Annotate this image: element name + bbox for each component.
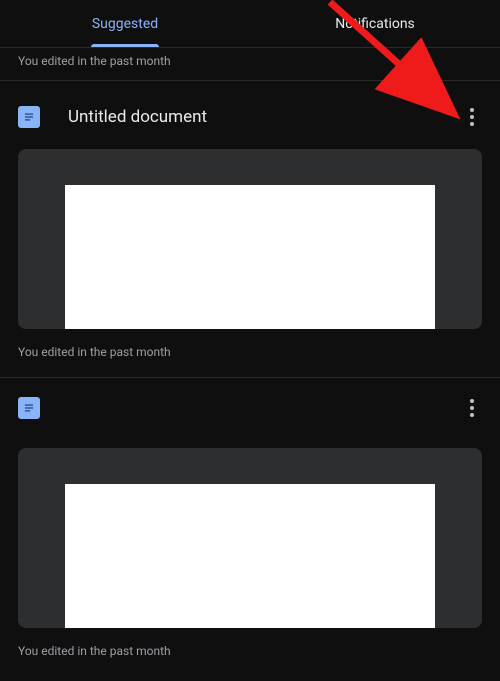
- document-meta: You edited in the past month: [0, 329, 500, 377]
- document-preview[interactable]: [18, 149, 482, 329]
- document-meta: You edited in the past month: [0, 628, 500, 676]
- document-header: Untitled document: [0, 95, 500, 139]
- document-preview[interactable]: [18, 448, 482, 628]
- document-card[interactable]: You edited in the past month: [0, 378, 500, 676]
- tab-suggested[interactable]: Suggested: [0, 0, 250, 47]
- tabs-bar: Suggested Notifications: [0, 0, 500, 48]
- more-options-button[interactable]: [454, 390, 490, 426]
- document-title: Untitled document: [68, 107, 454, 127]
- top-subtitle: You edited in the past month: [0, 48, 500, 80]
- tab-suggested-label: Suggested: [92, 16, 158, 32]
- more-options-button[interactable]: [454, 99, 490, 135]
- tab-notifications[interactable]: Notifications: [250, 0, 500, 47]
- preview-page: [65, 484, 435, 628]
- docs-icon: [18, 397, 40, 419]
- more-vertical-icon: [470, 108, 474, 126]
- more-vertical-icon: [470, 399, 474, 417]
- tab-notifications-label: Notifications: [335, 16, 415, 32]
- preview-page: [65, 185, 435, 329]
- document-card[interactable]: Untitled document You edited in the past…: [0, 81, 500, 377]
- document-header: [0, 392, 500, 424]
- docs-icon: [18, 106, 40, 128]
